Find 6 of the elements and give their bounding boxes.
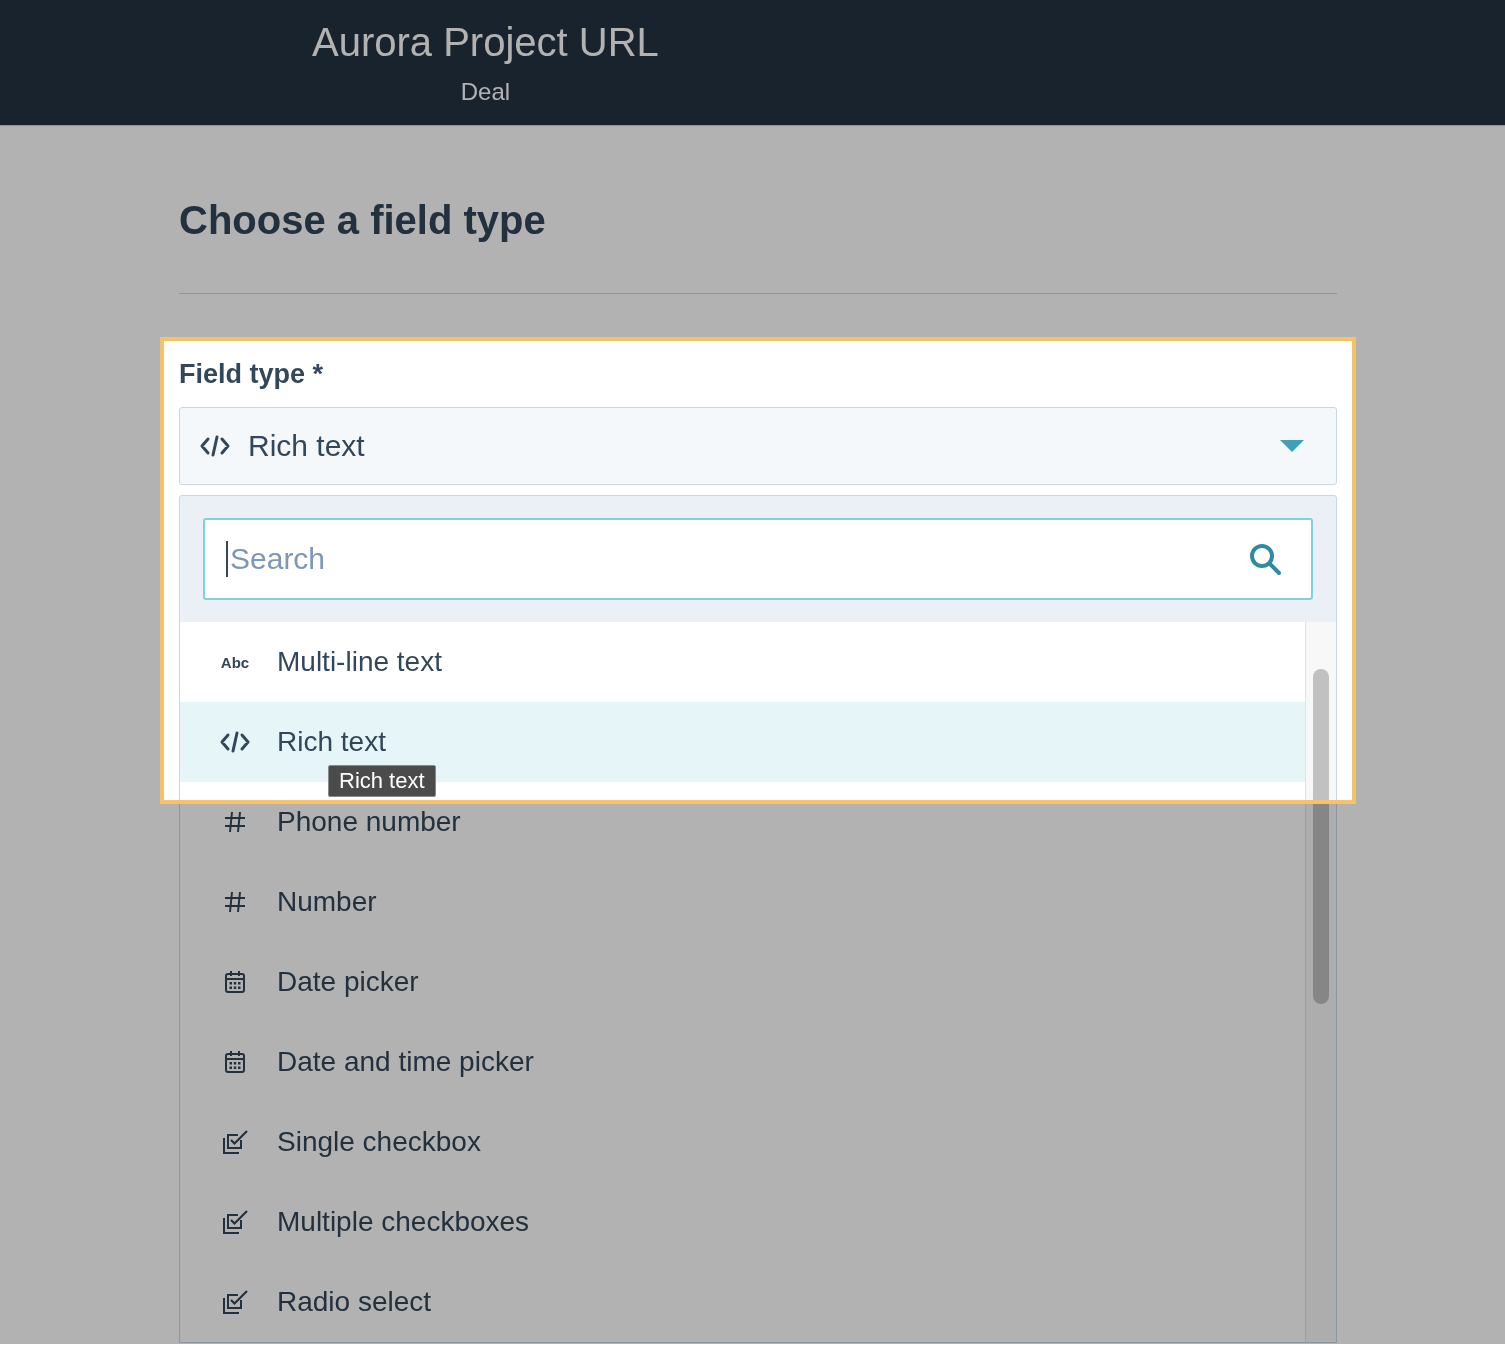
header-subtitle: Deal <box>460 77 511 107</box>
tooltip: Rich text <box>328 765 436 797</box>
text-type-icon: Abc <box>220 653 250 671</box>
field-label: Field type * <box>179 359 325 389</box>
header-title: Aurora Project URL <box>312 19 659 66</box>
page-title: Choose a field type <box>179 197 547 244</box>
